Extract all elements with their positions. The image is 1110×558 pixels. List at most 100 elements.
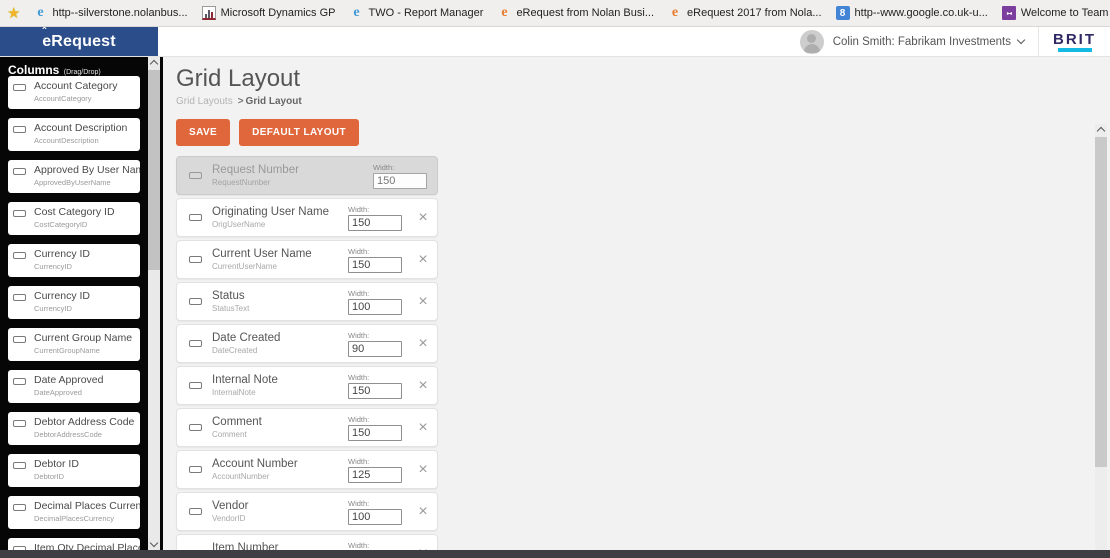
- grid-column-row[interactable]: Date Created DateCreated Width: ×: [176, 324, 438, 363]
- grid-row-text: Account Number AccountNumber: [212, 458, 338, 481]
- column-card-text: Date Approved DateApproved: [34, 374, 103, 397]
- grid-column-row[interactable]: Internal Note InternalNote Width: ×: [176, 366, 438, 405]
- width-input[interactable]: [348, 257, 402, 273]
- width-label: Width:: [348, 205, 404, 214]
- bookmark-item[interactable]: Microsoft Dynamics GP: [195, 4, 343, 22]
- user-name: Colin Smith: Fabrikam Investments: [833, 36, 1011, 48]
- width-label: Width:: [373, 163, 429, 172]
- drag-handle-icon: [189, 340, 202, 347]
- width-label: Width:: [348, 373, 404, 382]
- width-label: Width:: [348, 415, 404, 424]
- grid-column-row[interactable]: Item Number ItemNumber Width: ×: [176, 534, 438, 550]
- sidebar-scrollbar-thumb[interactable]: [148, 70, 160, 270]
- grid-column-field-name: StatusText: [212, 304, 338, 313]
- breadcrumb-parent-link[interactable]: Grid Layouts: [176, 96, 233, 107]
- drag-handle-icon: [13, 462, 26, 469]
- scroll-up-icon[interactable]: [150, 60, 158, 68]
- main-scrollbar[interactable]: [1095, 124, 1107, 550]
- bookmark-favicon-icon: [202, 6, 216, 20]
- available-column-card[interactable]: Debtor Address Code DebtorAddressCode: [8, 412, 140, 445]
- available-column-card[interactable]: Account Description AccountDescription: [8, 118, 140, 151]
- remove-column-icon[interactable]: ×: [417, 294, 429, 310]
- width-input[interactable]: [373, 173, 427, 189]
- available-column-card[interactable]: Currency ID CurrencyID: [8, 286, 140, 319]
- brit-logo-text: BRIT: [1053, 31, 1096, 48]
- grid-column-row[interactable]: Originating User Name OrigUserName Width…: [176, 198, 438, 237]
- grid-column-row[interactable]: Account Number AccountNumber Width: ×: [176, 450, 438, 489]
- bookmark-item[interactable]: eRequest from Nolan Busi...: [490, 4, 661, 22]
- width-input[interactable]: [348, 215, 402, 231]
- available-column-card[interactable]: Debtor ID DebtorID: [8, 454, 140, 487]
- available-column-card[interactable]: Date Approved DateApproved: [8, 370, 140, 403]
- width-label: Width:: [348, 331, 404, 340]
- available-column-card[interactable]: Decimal Places Currency DecimalPlacesCur…: [8, 496, 140, 529]
- remove-column-icon[interactable]: ×: [417, 462, 429, 478]
- user-menu[interactable]: Colin Smith: Fabrikam Investments: [833, 36, 1038, 48]
- available-column-card[interactable]: Account Category AccountCategory: [8, 76, 140, 109]
- default-layout-button[interactable]: DEFAULT LAYOUT: [239, 119, 359, 146]
- bookmark-item[interactable]: Welcome to Team Found...: [995, 4, 1110, 22]
- remove-column-icon[interactable]: ×: [417, 504, 429, 520]
- grid-column-row[interactable]: Request Number RequestNumber Width:: [176, 156, 438, 195]
- grid-row-text: Current User Name CurrentUserName: [212, 248, 338, 271]
- bookmark-label: eRequest from Nolan Busi...: [516, 7, 654, 19]
- grid-column-row[interactable]: Current User Name CurrentUserName Width:…: [176, 240, 438, 279]
- favorites-star-icon[interactable]: ★: [7, 4, 20, 22]
- drag-handle-icon: [13, 378, 26, 385]
- bookmark-item[interactable]: http--silverstone.nolanbus...: [26, 4, 194, 22]
- bookmark-favicon-icon: [350, 6, 364, 20]
- column-field-name: AccountCategory: [34, 94, 117, 103]
- grid-column-row[interactable]: Status StatusText Width: ×: [176, 282, 438, 321]
- remove-column-icon[interactable]: ×: [417, 546, 429, 551]
- width-input[interactable]: [348, 509, 402, 525]
- width-input[interactable]: [348, 467, 402, 483]
- remove-column-icon[interactable]: ×: [417, 420, 429, 436]
- main-scrollbar-thumb[interactable]: [1095, 137, 1107, 467]
- browser-favorites-bar: ★ http--silverstone.nolanbus... Microsof…: [0, 0, 1110, 27]
- width-input[interactable]: [348, 383, 402, 399]
- bookmark-item[interactable]: TWO - Report Manager: [343, 4, 491, 22]
- drag-handle-icon: [13, 210, 26, 217]
- width-group: Width:: [348, 457, 404, 483]
- available-column-card[interactable]: Cost Category ID CostCategoryID: [8, 202, 140, 235]
- brit-logo-underline: [1058, 48, 1092, 52]
- grid-row-text: Date Created DateCreated: [212, 332, 338, 355]
- remove-column-icon[interactable]: ×: [417, 252, 429, 268]
- grid-column-row[interactable]: Vendor VendorID Width: ×: [176, 492, 438, 531]
- available-column-card[interactable]: Item Qty Decimal Places: [8, 538, 140, 550]
- width-input[interactable]: [348, 341, 402, 357]
- scroll-up-icon[interactable]: [1097, 127, 1105, 135]
- remove-column-icon[interactable]: ×: [417, 378, 429, 394]
- bookmark-item[interactable]: eRequest 2017 from Nola...: [661, 4, 829, 22]
- column-title: Account Category: [34, 80, 117, 92]
- available-column-card[interactable]: Approved By User Name ApprovedByUserName: [8, 160, 140, 193]
- columns-panel-hint: (Drag/Drop): [64, 69, 101, 76]
- grid-row-text: Internal Note InternalNote: [212, 374, 338, 397]
- available-column-card[interactable]: Current Group Name CurrentGroupName: [8, 328, 140, 361]
- remove-column-icon[interactable]: ×: [417, 210, 429, 226]
- column-card-text: Cost Category ID CostCategoryID: [34, 206, 115, 229]
- drag-handle-icon: [13, 504, 26, 511]
- grid-column-field-name: AccountNumber: [212, 472, 338, 481]
- drag-handle-icon: [13, 294, 26, 301]
- width-input[interactable]: [348, 299, 402, 315]
- page-title: Grid Layout: [176, 65, 1110, 93]
- column-card-text: Currency ID CurrencyID: [34, 248, 90, 271]
- grid-column-field-name: VendorID: [212, 514, 338, 523]
- width-input[interactable]: [348, 425, 402, 441]
- grid-column-title: Internal Note: [212, 374, 338, 386]
- scroll-down-icon[interactable]: [150, 539, 158, 547]
- sidebar-scrollbar[interactable]: [148, 57, 160, 550]
- available-column-card[interactable]: Currency ID CurrencyID: [8, 244, 140, 277]
- save-button[interactable]: SAVE: [176, 119, 230, 146]
- bookmark-item[interactable]: http--www.google.co.uk-u...: [829, 4, 995, 22]
- toolbar: SAVE DEFAULT LAYOUT: [176, 119, 1110, 146]
- grid-column-row[interactable]: Comment Comment Width: ×: [176, 408, 438, 447]
- app-logo[interactable]: eRequest: [0, 27, 158, 56]
- width-label: Width:: [348, 541, 404, 550]
- remove-column-icon[interactable]: ×: [417, 336, 429, 352]
- width-group: Width:: [348, 331, 404, 357]
- column-card-text: Currency ID CurrencyID: [34, 290, 90, 313]
- main-content: Grid Layout Grid Layouts>Grid Layout SAV…: [163, 57, 1110, 550]
- available-columns-list: Account Category AccountCategory Account…: [8, 76, 140, 550]
